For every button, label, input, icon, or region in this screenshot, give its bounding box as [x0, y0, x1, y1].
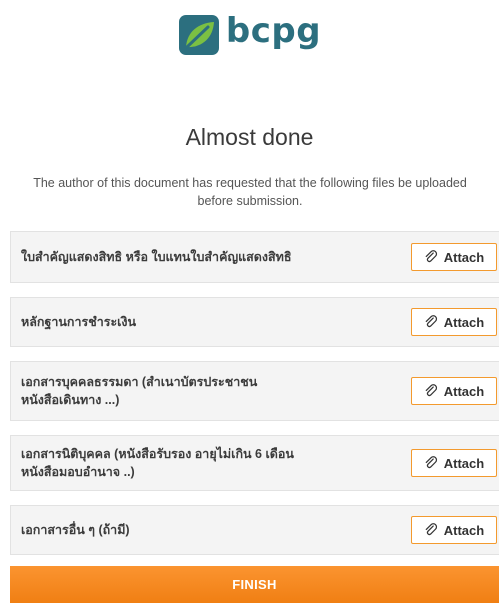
page-subtitle: The author of this document has requeste…	[33, 176, 467, 208]
attachment-label: เอกสารนิติบุคคล (หนังสือรับรอง อายุไม่เก…	[21, 447, 294, 479]
attach-button[interactable]: Attach	[411, 308, 497, 336]
attach-button-label: Attach	[443, 314, 485, 330]
attachment-label: เอกาสารอื่น ๆ (ถ้ามี)	[21, 523, 130, 537]
attachment-row: เอกสารบุคคลธรรมดา (สำเนาบัตรประชาชน หนัง…	[10, 361, 499, 421]
logo: bcpg	[0, 11, 499, 56]
page: bcpg Almost done The author of this docu…	[0, 0, 499, 603]
paperclip-icon	[425, 250, 437, 263]
page-title: Almost done	[185, 124, 314, 150]
attachment-label: เอกสารบุคคลธรรมดา (สำเนาบัตรประชาชน หนัง…	[21, 375, 258, 407]
attach-button-label: Attach	[443, 249, 485, 265]
attach-button[interactable]: Attach	[411, 243, 497, 271]
finish-button[interactable]: FINISH	[10, 566, 499, 603]
attach-button[interactable]: Attach	[411, 377, 497, 405]
attach-button-label: Attach	[443, 383, 485, 399]
attachment-label: หลักฐานการชำระเงิน	[21, 315, 137, 329]
attachment-row: ใบสำคัญแสดงสิทธิ หรือ ใบแทนใบสำคัญแสดงสิ…	[10, 231, 499, 283]
attachment-label: ใบสำคัญแสดงสิทธิ หรือ ใบแทนใบสำคัญแสดงสิ…	[21, 250, 292, 264]
attachment-list: ใบสำคัญแสดงสิทธิ หรือ ใบแทนใบสำคัญแสดงสิ…	[10, 231, 499, 569]
attachment-row: เอกาสารอื่น ๆ (ถ้ามี) Attach	[10, 505, 499, 555]
paperclip-icon	[425, 315, 437, 328]
logo-text: bcpg	[225, 11, 322, 51]
leaf-logo-icon	[178, 15, 219, 55]
paperclip-icon	[425, 523, 437, 536]
attachment-row: หลักฐานการชำระเงิน Attach	[10, 297, 499, 347]
attach-button-label: Attach	[443, 522, 485, 538]
logo-inner: bcpg	[178, 11, 321, 56]
attach-button[interactable]: Attach	[411, 449, 497, 477]
paperclip-icon	[425, 456, 437, 469]
attach-button-label: Attach	[443, 455, 485, 471]
paperclip-icon	[425, 384, 437, 397]
attach-button[interactable]: Attach	[411, 516, 497, 544]
attachment-row: เอกสารนิติบุคคล (หนังสือรับรอง อายุไม่เก…	[10, 435, 499, 491]
